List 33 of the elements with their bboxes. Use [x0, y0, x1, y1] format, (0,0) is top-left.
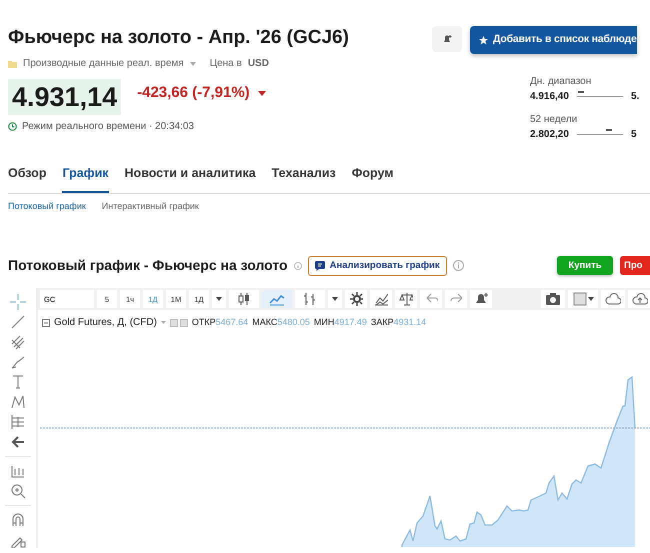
price-value: 4.931,14 [8, 79, 122, 115]
legend-value: 4931.14 [394, 316, 426, 329]
section-title: Потоковый график - Фьючерс на золото [8, 256, 288, 276]
time-note: Режим реального времени · 20:34:03 [22, 120, 194, 134]
legend-label: ОТКР [192, 316, 216, 329]
series-name: Gold Futures, Д, (CFD) [54, 316, 157, 330]
nav-tab[interactable]: График [62, 158, 109, 193]
legend-value: 5480.05 [277, 316, 310, 329]
range-high: 5 [630, 128, 636, 142]
nav-tab[interactable]: Обзор [8, 158, 46, 193]
legend-label: ЗАКР [370, 316, 394, 329]
data-note: Производные данные реал. время [23, 57, 184, 71]
range-label: Дн. диапазон [530, 75, 592, 89]
legend-label: МИН [314, 316, 334, 329]
range-high: 5. [630, 90, 640, 104]
range-low: 4.916,40 [530, 90, 569, 104]
currency-text: USD [248, 57, 269, 71]
nav-tab[interactable]: Теханализ [272, 158, 336, 193]
range-label: 52 недели [530, 113, 578, 127]
sell-button[interactable]: Про [620, 256, 650, 276]
legend-label: МАКС [252, 316, 278, 329]
nav-tab[interactable]: Форум [352, 158, 394, 193]
legend-value: 4917.49 [334, 316, 367, 329]
legend-value: 5467.64 [216, 316, 248, 329]
sub-tab[interactable]: Интерактивный график [102, 200, 199, 214]
currency-label: Цена в [210, 57, 242, 71]
page-title: Фьючерс на золото - Апр. '26 (GCJ6) [8, 26, 350, 50]
analyze-chart-button[interactable]: Анализировать график [308, 256, 447, 276]
nav-tab[interactable]: Новости и аналитика [124, 158, 256, 193]
range-low: 2.802,20 [530, 128, 569, 142]
watchlist-button[interactable]: Добавить в список наблюде [470, 26, 637, 54]
sub-tab[interactable]: Потоковый график [8, 200, 86, 214]
price-change: -423,66 (-7,91%) [137, 82, 250, 103]
